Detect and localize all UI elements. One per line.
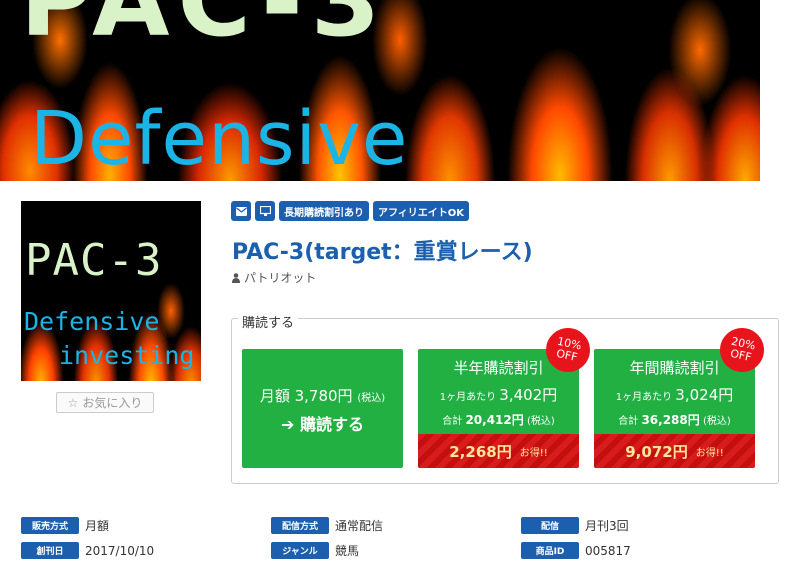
half-year-per-month-label: 1ヶ月あたり <box>439 392 497 403</box>
header-banner: PAC-3 Defensive <box>0 0 760 181</box>
thumbnail-line3: investing <box>59 341 195 370</box>
banner-subtitle-text: Defensive <box>30 96 409 181</box>
year-otoku: お得!! <box>695 447 724 459</box>
half-year-tax: (税込) <box>526 416 555 427</box>
half-year-savings: 2,268円 お得!! <box>418 434 579 468</box>
star-outline-icon: ☆ <box>67 395 79 410</box>
half-year-total-price: 20,412円 <box>465 413 524 427</box>
half-year-per-month: 1ヶ月あたり 3,402円 <box>418 384 579 405</box>
monthly-price: 月額 3,780円 (税込) <box>242 385 403 406</box>
tag-mail <box>231 201 251 221</box>
product-title: PAC-3(target：重賞レース) <box>232 240 533 265</box>
monitor-icon <box>259 206 271 216</box>
author-line[interactable]: パトリオット <box>232 269 316 286</box>
info-product-id-value: 005817 <box>585 543 631 558</box>
arrow-right-icon: ➔ <box>281 415 295 434</box>
user-icon <box>232 272 240 283</box>
year-total-price: 36,288円 <box>641 413 700 427</box>
year-tax: (税込) <box>702 416 731 427</box>
half-year-total: 合計 20,412円 (税込) <box>418 411 579 428</box>
info-launch-value: 2017/10/10 <box>85 543 155 558</box>
monthly-plan-button[interactable]: 月額 3,780円 (税込) ➔ 購読する <box>242 349 403 468</box>
half-year-otoku: お得!! <box>519 447 548 459</box>
monthly-action-label: 購読する <box>299 415 364 434</box>
tag-affiliate-ok: アフィリエイトOK <box>373 201 470 221</box>
half-year-total-label: 合計 <box>442 416 463 427</box>
info-product-id-label: 商品ID <box>521 542 579 559</box>
info-sales-type-value: 月額 <box>85 519 110 533</box>
monthly-tax: (税込) <box>357 393 386 404</box>
info-product-id: 商品ID 005817 <box>521 542 631 559</box>
banner-title-text: PAC-3 <box>20 0 389 59</box>
info-launch-date: 創刊日 2017/10/10 <box>21 542 154 559</box>
info-sales-type-label: 販売方式 <box>21 517 79 534</box>
favorite-label: お気に入り <box>82 396 143 410</box>
year-per-month-price: 3,024円 <box>675 386 734 404</box>
info-delivery-method: 配信方式 通常配信 <box>271 517 383 534</box>
half-year-badge-off: OFF <box>555 346 579 364</box>
year-savings-amount: 9,072円 <box>625 442 688 461</box>
year-badge-off: OFF <box>729 346 753 364</box>
half-year-per-month-price: 3,402円 <box>499 386 558 404</box>
favorite-button[interactable]: ☆ お気に入り <box>56 392 154 413</box>
half-year-savings-amount: 2,268円 <box>449 442 512 461</box>
info-genre: ジャンル 競馬 <box>271 542 359 559</box>
tag-web <box>255 201 275 221</box>
year-total-label: 合計 <box>618 416 639 427</box>
year-per-month: 1ヶ月あたり 3,024円 <box>594 384 755 405</box>
info-sales-type: 販売方式 月額 <box>21 517 109 534</box>
info-genre-value: 競馬 <box>335 544 360 558</box>
year-total: 合計 36,288円 (税込) <box>594 411 755 428</box>
info-launch-label: 創刊日 <box>21 542 79 559</box>
product-thumbnail: PAC-3 Defensive investing <box>21 201 201 381</box>
subscribe-legend: 購読する <box>238 312 299 331</box>
author-name: パトリオット <box>244 271 317 285</box>
info-delivery-label: 配信 <box>521 517 579 534</box>
monthly-price-label: 月額 3,780円 <box>259 387 353 405</box>
info-genre-label: ジャンル <box>271 542 329 559</box>
year-per-month-label: 1ヶ月あたり <box>615 392 673 403</box>
info-delivery: 配信 月刊3回 <box>521 517 629 534</box>
tag-long-term-discount: 長期購読割引あり <box>279 201 369 221</box>
thumbnail-line2: Defensive <box>24 307 160 336</box>
monthly-subscribe-action: ➔ 購読する <box>242 411 403 435</box>
info-delivery-value: 月刊3回 <box>585 519 629 533</box>
tag-list: 長期購読割引あり アフィリエイトOK <box>231 201 470 221</box>
info-delivery-method-label: 配信方式 <box>271 517 329 534</box>
mail-icon <box>235 206 247 216</box>
year-savings: 9,072円 お得!! <box>594 434 755 468</box>
thumbnail-title: PAC-3 <box>25 235 163 286</box>
info-delivery-method-value: 通常配信 <box>335 519 384 533</box>
